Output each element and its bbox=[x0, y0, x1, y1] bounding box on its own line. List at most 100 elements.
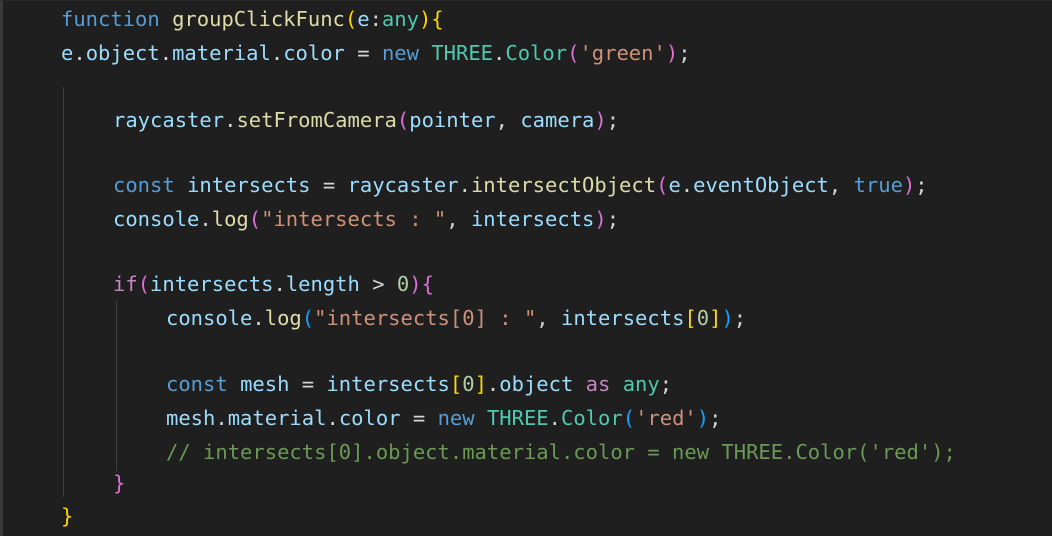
code-token: , bbox=[446, 207, 471, 231]
code-token: object bbox=[499, 372, 574, 396]
code-token: const bbox=[166, 372, 241, 396]
code-token: e bbox=[668, 173, 681, 197]
code-token: ; bbox=[915, 173, 928, 197]
code-token: [ bbox=[684, 306, 697, 330]
code-token: ) bbox=[721, 306, 734, 330]
code-line[interactable]: console.log("intersects[0] : ", intersec… bbox=[166, 303, 746, 333]
code-token: as bbox=[573, 372, 623, 396]
code-token: 0 bbox=[696, 306, 710, 330]
code-token: . bbox=[493, 41, 506, 65]
code-line[interactable]: if(intersects.length > 0){ bbox=[113, 269, 434, 299]
code-token: 'green' bbox=[579, 41, 666, 65]
code-token: object bbox=[85, 41, 160, 65]
code-token: 0 bbox=[462, 372, 475, 396]
code-token: function bbox=[61, 7, 173, 31]
code-token: mesh bbox=[166, 406, 216, 430]
code-token: ( bbox=[137, 272, 151, 296]
code-token: . bbox=[680, 173, 694, 197]
code-token: [ bbox=[449, 372, 463, 396]
code-token: ) bbox=[665, 41, 679, 65]
code-token: console bbox=[113, 207, 200, 231]
code-line[interactable]: mesh.material.color = new THREE.Color('r… bbox=[166, 403, 721, 433]
indent-guide-outer bbox=[63, 87, 64, 497]
code-line[interactable]: raycaster.setFromCamera(pointer, camera)… bbox=[113, 105, 619, 135]
code-line[interactable]: console.log("intersects : ", intersects)… bbox=[113, 204, 619, 234]
code-token: . bbox=[270, 41, 284, 65]
code-token: setFromCamera bbox=[236, 108, 397, 132]
code-token: ) bbox=[696, 406, 710, 430]
code-token: . bbox=[548, 406, 561, 430]
code-token: > bbox=[359, 272, 397, 296]
code-token: . bbox=[326, 406, 339, 430]
code-token: color bbox=[338, 406, 401, 430]
code-token: ( bbox=[248, 207, 262, 231]
code-token: . bbox=[252, 306, 265, 330]
code-token: eventObject bbox=[693, 173, 829, 197]
code-token: ( bbox=[396, 108, 410, 132]
code-token: ; bbox=[709, 406, 722, 430]
code-token: ( bbox=[301, 306, 315, 330]
code-line[interactable]: const mesh = intersects[0].object as any… bbox=[166, 369, 672, 399]
code-line[interactable]: } bbox=[61, 501, 73, 531]
code-token: . bbox=[458, 173, 471, 197]
code-token: mesh bbox=[240, 372, 290, 396]
indent-guide-inner bbox=[116, 301, 117, 471]
code-token: . bbox=[224, 108, 237, 132]
code-token: intersectObject bbox=[470, 173, 657, 197]
code-token: . bbox=[199, 207, 212, 231]
code-token: THREE bbox=[486, 406, 549, 430]
code-line[interactable]: function groupClickFunc(e:any){ bbox=[61, 4, 444, 34]
code-token: . bbox=[159, 41, 173, 65]
code-line[interactable]: // intersects[0].object.material.color =… bbox=[166, 437, 956, 467]
code-token: ) bbox=[594, 207, 607, 231]
code-token: raycaster bbox=[113, 108, 225, 132]
code-token: "intersects : " bbox=[261, 207, 447, 231]
code-token: ( bbox=[656, 173, 669, 197]
code-token: } bbox=[113, 471, 126, 495]
code-token: any bbox=[381, 7, 419, 31]
code-token: ) bbox=[409, 272, 422, 296]
code-token: ; bbox=[733, 306, 747, 330]
code-token: new bbox=[381, 41, 432, 65]
code-token: 'red' bbox=[635, 406, 697, 430]
code-token: . bbox=[73, 41, 86, 65]
code-token: material bbox=[172, 41, 271, 65]
code-token: ( bbox=[567, 41, 580, 65]
code-line[interactable]: const intersects = raycaster.intersectOb… bbox=[113, 170, 928, 200]
code-token: = bbox=[310, 173, 348, 197]
code-token: , bbox=[828, 173, 854, 197]
code-token: any bbox=[622, 372, 660, 396]
code-token: ] bbox=[474, 372, 487, 396]
code-token: ( bbox=[622, 406, 636, 430]
code-token: : bbox=[369, 7, 382, 31]
code-token: ] bbox=[709, 306, 722, 330]
code-token: "intersects[0] : " bbox=[314, 306, 537, 330]
code-token: ) bbox=[418, 7, 432, 31]
code-token: length bbox=[285, 272, 360, 296]
code-token: . bbox=[273, 272, 286, 296]
code-token: color bbox=[283, 41, 345, 65]
code-token: e bbox=[357, 7, 370, 31]
code-token: = bbox=[400, 406, 438, 430]
code-token: true bbox=[853, 173, 903, 197]
code-token: 0 bbox=[396, 272, 410, 296]
code-token: THREE bbox=[431, 41, 494, 65]
code-token: ; bbox=[659, 372, 673, 396]
code-token: Color bbox=[561, 406, 623, 430]
code-token: ; bbox=[606, 108, 620, 132]
code-editor[interactable]: function groupClickFunc(e:any){e.object.… bbox=[0, 0, 1052, 536]
code-token: = bbox=[344, 41, 382, 65]
code-token: ) bbox=[902, 173, 916, 197]
code-token: ; bbox=[678, 41, 691, 65]
code-token: , bbox=[536, 306, 561, 330]
code-token: raycaster bbox=[347, 173, 459, 197]
code-token: if bbox=[113, 272, 138, 296]
code-token: { bbox=[431, 7, 444, 31]
code-token: intersects bbox=[326, 372, 450, 396]
code-token: intersects bbox=[560, 306, 685, 330]
code-line[interactable]: e.object.material.color = new THREE.Colo… bbox=[61, 38, 691, 68]
code-line[interactable]: } bbox=[113, 468, 125, 498]
code-token: Color bbox=[505, 41, 568, 65]
code-token: { bbox=[421, 272, 434, 296]
code-token: new bbox=[437, 406, 487, 430]
